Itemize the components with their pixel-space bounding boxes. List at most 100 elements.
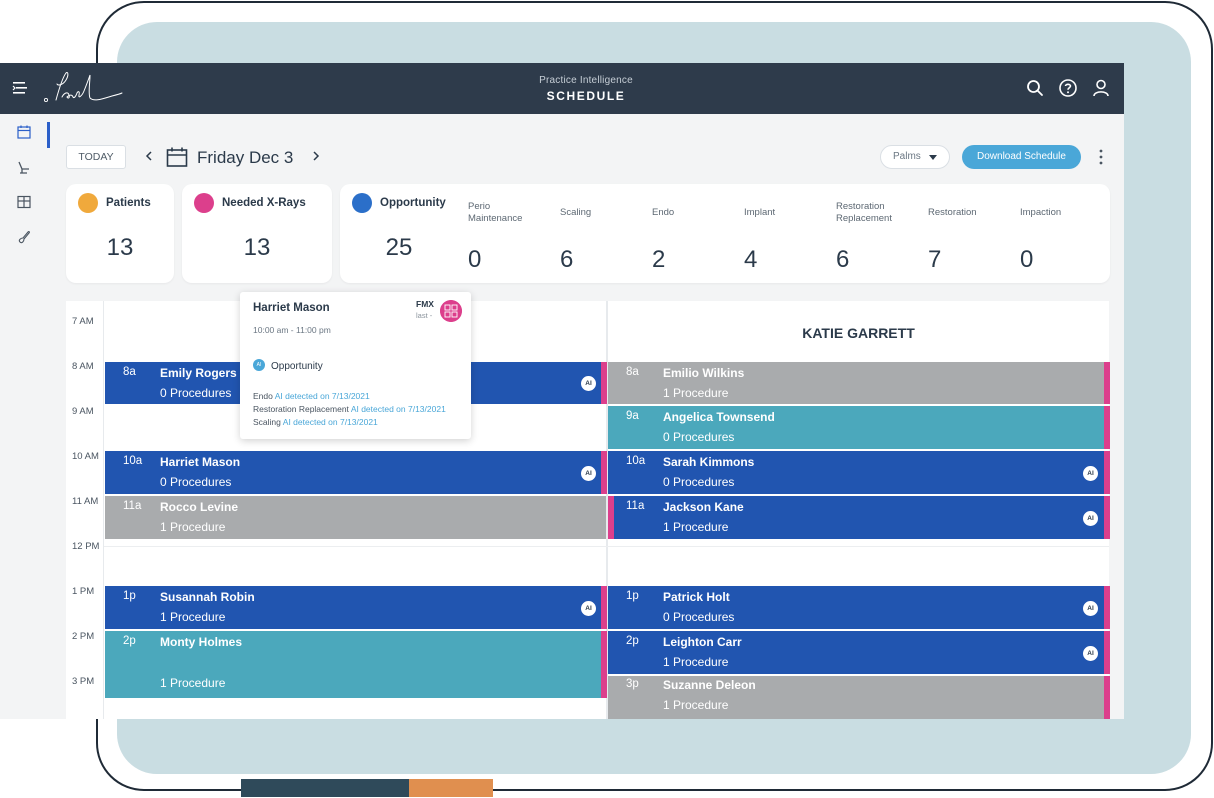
appointment-time: 8a bbox=[123, 366, 136, 378]
appointment-patient: Suzanne Deleon bbox=[663, 678, 756, 692]
appointment-procedures: 0 Procedures bbox=[663, 610, 735, 624]
status-flag bbox=[601, 631, 607, 698]
current-date: Friday Dec 3 bbox=[197, 148, 294, 167]
appointment-patient: Harriet Mason bbox=[160, 455, 241, 469]
breakdown-value: 4 bbox=[744, 246, 758, 273]
page-title: SCHEDULE bbox=[546, 89, 626, 103]
time-label: 11 AM bbox=[72, 496, 99, 507]
instrument-icon[interactable] bbox=[16, 229, 32, 245]
appointment-card[interactable]: 1p Patrick Holt 0 Procedures AI bbox=[608, 586, 1104, 629]
patients-label: Patients bbox=[106, 197, 151, 209]
user-icon[interactable] bbox=[1091, 78, 1111, 98]
appointment-procedures: 0 Procedures bbox=[160, 386, 232, 400]
appointment-card[interactable]: 1p Susannah Robin 1 Procedure AI bbox=[105, 586, 601, 629]
download-schedule-button[interactable]: Download Schedule bbox=[962, 145, 1081, 169]
calendar-nav-icon[interactable] bbox=[16, 124, 32, 140]
ai-detected-link[interactable]: AI detected on 7/13/2021 bbox=[351, 404, 446, 414]
breakdown-scaling: Scaling 6 bbox=[560, 201, 640, 273]
breakdown-label: Restoration Replacement bbox=[836, 201, 892, 224]
ai-badge-icon: AI bbox=[581, 376, 596, 391]
appointment-time: 2p bbox=[626, 635, 639, 647]
status-flag bbox=[1104, 496, 1110, 539]
time-label: 2 PM bbox=[72, 631, 95, 642]
dental-chair-icon[interactable] bbox=[16, 159, 32, 175]
ai-detected-link[interactable]: AI detected on 7/13/2021 bbox=[275, 391, 370, 401]
help-icon[interactable] bbox=[1058, 78, 1078, 98]
chevron-left-icon[interactable] bbox=[142, 149, 156, 163]
appointment-card[interactable]: 3p Suzanne Deleon 1 Procedure bbox=[608, 676, 1104, 719]
appointment-card[interactable]: 10a Sarah Kimmons 0 Procedures AI bbox=[608, 451, 1104, 494]
breakdown-label: Scaling bbox=[560, 207, 592, 218]
popover-last-label: last - bbox=[416, 311, 433, 320]
appointment-procedures: 1 Procedure bbox=[160, 610, 226, 624]
status-flag bbox=[601, 362, 607, 404]
status-flag bbox=[1104, 406, 1110, 449]
ai-badge-icon: AI bbox=[581, 601, 596, 616]
layout-grid-icon[interactable] bbox=[16, 194, 32, 210]
location-dropdown[interactable]: Palms bbox=[880, 145, 950, 169]
appointment-patient: Monty Holmes bbox=[160, 635, 243, 649]
calendar-icon[interactable] bbox=[166, 147, 188, 167]
caret-down-icon bbox=[929, 155, 937, 160]
search-icon[interactable] bbox=[1025, 78, 1045, 98]
ai-badge-icon: AI bbox=[1083, 466, 1098, 481]
opportunity-card[interactable]: Opportunity 25 Perio Maintenance 0 Scali… bbox=[340, 184, 1110, 283]
today-button[interactable]: TODAY bbox=[66, 145, 126, 169]
decorative-bar-dark bbox=[241, 779, 409, 797]
appointment-time: 3p bbox=[626, 678, 639, 690]
breakdown-implant: Implant 4 bbox=[744, 201, 824, 273]
time-label: 10 AM bbox=[72, 451, 99, 462]
sidebar-active-indicator bbox=[47, 122, 50, 148]
appointment-time: 10a bbox=[123, 455, 143, 467]
popover-opportunity-item: Endo AI detected on 7/13/2021 bbox=[253, 391, 370, 401]
time-label: 8 AM bbox=[72, 361, 94, 372]
appointment-procedures: 1 Procedure bbox=[663, 698, 729, 712]
opportunity-value: 25 bbox=[385, 234, 413, 261]
appointment-procedures: 1 Procedure bbox=[160, 520, 226, 534]
breakdown-restoration: Restoration 7 bbox=[928, 201, 1008, 273]
appointment-procedures: 1 Procedure bbox=[663, 655, 729, 669]
appointment-time: 2p bbox=[123, 635, 136, 647]
decorative-bar-orange bbox=[409, 779, 493, 797]
patients-card[interactable]: Patients 13 bbox=[66, 184, 174, 283]
ai-opportunity-icon: AI bbox=[253, 359, 265, 371]
time-label: 9 AM bbox=[72, 406, 94, 417]
opportunity-item-label: Endo bbox=[253, 391, 275, 401]
fmx-xray-icon bbox=[440, 300, 462, 322]
appointment-time: 9a bbox=[626, 410, 639, 422]
breakdown-perio: Perio Maintenance 0 bbox=[468, 201, 548, 273]
noon-gridline bbox=[104, 546, 1109, 547]
appointment-card[interactable]: 10a Harriet Mason 0 Procedures AI bbox=[105, 451, 601, 494]
appointment-card[interactable]: 11a Jackson Kane 1 Procedure AI bbox=[614, 496, 1104, 539]
chevron-right-icon[interactable] bbox=[309, 149, 323, 163]
breakdown-value: 6 bbox=[560, 246, 574, 273]
appointment-procedures: 1 Procedure bbox=[160, 676, 226, 690]
status-flag bbox=[1104, 586, 1110, 629]
time-label: 12 PM bbox=[72, 541, 100, 552]
appointment-card[interactable]: 2p Monty Holmes 1 Procedure bbox=[105, 631, 601, 698]
appointment-card[interactable]: 9a Angelica Townsend 0 Procedures bbox=[608, 406, 1104, 449]
appointment-card[interactable]: 2p Leighton Carr 1 Procedure AI bbox=[608, 631, 1104, 674]
appointment-time: 11a bbox=[123, 500, 142, 512]
more-options-icon[interactable] bbox=[1095, 148, 1107, 166]
status-flag bbox=[601, 451, 607, 494]
opportunity-label: Opportunity bbox=[380, 197, 446, 209]
appointment-patient: Susannah Robin bbox=[160, 590, 255, 604]
ai-badge-icon: AI bbox=[1083, 511, 1098, 526]
appointment-card[interactable]: 11a Rocco Levine 1 Procedure bbox=[105, 496, 606, 539]
status-flag bbox=[1104, 631, 1110, 674]
ai-detected-link[interactable]: AI detected on 7/13/2021 bbox=[283, 417, 378, 427]
appointment-procedures: 0 Procedures bbox=[663, 475, 735, 489]
patients-value: 13 bbox=[106, 234, 134, 261]
xrays-value: 13 bbox=[243, 234, 271, 261]
appointment-card[interactable]: 8a Emilio Wilkins 1 Procedure bbox=[608, 362, 1104, 404]
popover-opportunity-item: Scaling AI detected on 7/13/2021 bbox=[253, 417, 378, 427]
xrays-card[interactable]: Needed X-Rays 13 bbox=[182, 184, 332, 283]
breakdown-label: Impaction bbox=[1020, 207, 1062, 218]
breakdown-value: 0 bbox=[468, 246, 482, 273]
time-column: 7 AM 8 AM 9 AM 10 AM 11 AM 12 PM 1 PM 2 … bbox=[66, 301, 104, 719]
patients-icon bbox=[78, 193, 98, 213]
status-flag bbox=[1104, 676, 1110, 719]
appointment-procedures: 0 Procedures bbox=[160, 475, 232, 489]
sidebar bbox=[0, 114, 50, 719]
